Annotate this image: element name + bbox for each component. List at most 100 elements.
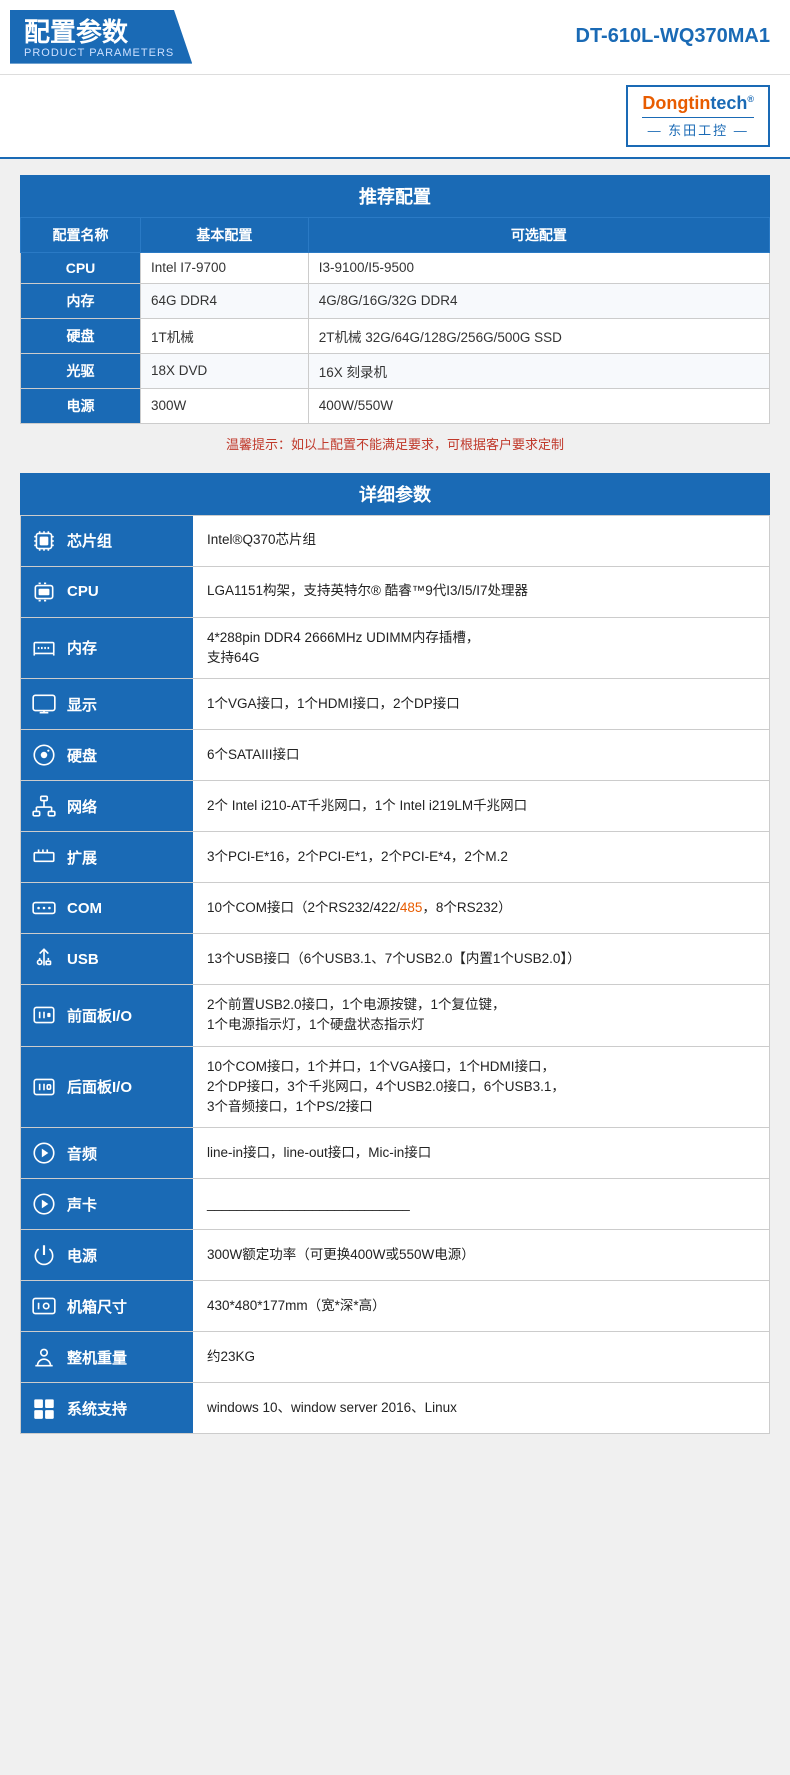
detail-label-chassis: 机箱尺寸	[21, 1281, 193, 1331]
detail-label-audio: 音频	[21, 1128, 193, 1178]
detail-row-cpu: CPU LGA1151构架，支持英特尔® 酷睿™9代I3/I5/I7处理器	[20, 567, 770, 618]
detail-label-text: 芯片组	[67, 530, 112, 551]
detail-value-text: 4*288pin DDR4 2666MHz UDIMM内存插槽，支持64G	[207, 628, 479, 669]
warning-text: 温馨提示：如以上配置不能满足要求，可根据客户要求定制	[20, 424, 770, 457]
detail-label-text: 音频	[67, 1143, 97, 1164]
detail-value-usb: 13个USB接口（6个USB3.1、7个USB2.0【内置1个USB2.0】）	[193, 934, 769, 984]
col-name-header: 配置名称	[21, 217, 141, 252]
detail-value-os: windows 10、window server 2016、Linux	[193, 1383, 769, 1433]
detail-value-text: 3个PCI-E*16，2个PCI-E*1，2个PCI-E*4，2个M.2	[207, 847, 508, 867]
detail-row-os: 系统支持 windows 10、window server 2016、Linux	[20, 1383, 770, 1434]
detail-title: 详细参数	[20, 473, 770, 515]
power-icon	[29, 1240, 59, 1270]
config-row-optional: 2T机械 32G/64G/128G/256G/500G SSD	[308, 318, 769, 353]
detail-value-text: ___________________________	[207, 1194, 410, 1214]
detail-value-memory: 4*288pin DDR4 2666MHz UDIMM内存插槽，支持64G	[193, 618, 769, 679]
detail-value-rear-io: 10个COM接口，1个并口，1个VGA接口，1个HDMI接口，2个DP接口，3个…	[193, 1047, 769, 1128]
detail-value-text: 430*480*177mm（宽*深*高）	[207, 1296, 386, 1316]
detail-row-soundcard: 声卡 ___________________________	[20, 1179, 770, 1230]
detail-label-power: 电源	[21, 1230, 193, 1280]
detail-value-text: 10个COM接口（2个RS232/422/485，8个RS232）	[207, 898, 512, 918]
detail-value-weight: 约23KG	[193, 1332, 769, 1382]
detail-value-soundcard: ___________________________	[193, 1179, 769, 1229]
detail-label-text: 内存	[67, 637, 97, 658]
detail-value-chassis: 430*480*177mm（宽*深*高）	[193, 1281, 769, 1331]
rear-io-icon	[29, 1072, 59, 1102]
header-left: 配置参数 PRODUCT PARAMETERS	[10, 10, 192, 64]
detail-label-rear-io: 后面板I/O	[21, 1047, 193, 1128]
config-row-basic: 1T机械	[141, 318, 309, 353]
detail-value-text: 2个 Intel i210-AT千兆网口，1个 Intel i219LM千兆网口	[207, 796, 527, 816]
detail-label-text: 系统支持	[67, 1398, 127, 1419]
detail-label-text: USB	[67, 951, 99, 968]
config-row: 光驱 18X DVD 16X 刻录机	[21, 353, 770, 388]
detail-value-com: 10个COM接口（2个RS232/422/485，8个RS232）	[193, 883, 769, 933]
chipset-icon	[29, 526, 59, 556]
detail-value-text: 2个前置USB2.0接口，1个电源按键，1个复位键，1个电源指示灯，1个硬盘状态…	[207, 995, 506, 1036]
detail-label-text: COM	[67, 900, 102, 917]
detail-value-text: 10个COM接口，1个并口，1个VGA接口，1个HDMI接口，2个DP接口，3个…	[207, 1057, 565, 1118]
config-row-name: 内存	[21, 283, 141, 318]
detail-value-power: 300W额定功率（可更换400W或550W电源）	[193, 1230, 769, 1280]
detail-label-text: 整机重量	[67, 1347, 127, 1368]
os-icon	[29, 1393, 59, 1423]
detail-label-text: 扩展	[67, 847, 97, 868]
config-row-name: 硬盘	[21, 318, 141, 353]
detail-value-text: 1个VGA接口，1个HDMI接口，2个DP接口	[207, 694, 460, 714]
detail-row-weight: 整机重量 约23KG	[20, 1332, 770, 1383]
config-row-optional: I3-9100/I5-9500	[308, 252, 769, 283]
detail-section: 详细参数 芯片组 Intel®Q370芯片组 CPU LGA1151构架，支持英…	[20, 473, 770, 1435]
config-row-name: 电源	[21, 388, 141, 423]
detail-row-expansion: 扩展 3个PCI-E*16，2个PCI-E*1，2个PCI-E*4，2个M.2	[20, 832, 770, 883]
detail-label-expansion: 扩展	[21, 832, 193, 882]
detail-row-power: 电源 300W额定功率（可更换400W或550W电源）	[20, 1230, 770, 1281]
audio-icon	[29, 1138, 59, 1168]
detail-value-text: LGA1151构架，支持英特尔® 酷睿™9代I3/I5/I7处理器	[207, 581, 528, 601]
detail-value-text: Intel®Q370芯片组	[207, 530, 316, 550]
detail-label-com: COM	[21, 883, 193, 933]
detail-label-display: 显示	[21, 679, 193, 729]
logo-subtitle: — 东田工控 —	[642, 117, 754, 139]
detail-row-chassis: 机箱尺寸 430*480*177mm（宽*深*高）	[20, 1281, 770, 1332]
cpu-icon	[29, 577, 59, 607]
detail-row-usb: USB 13个USB接口（6个USB3.1、7个USB2.0【内置1个USB2.…	[20, 934, 770, 985]
config-row-name: CPU	[21, 252, 141, 283]
header: 配置参数 PRODUCT PARAMETERS DT-610L-WQ370MA1	[0, 0, 790, 75]
recommended-title: 推荐配置	[20, 175, 770, 217]
detail-value-cpu: LGA1151构架，支持英特尔® 酷睿™9代I3/I5/I7处理器	[193, 567, 769, 617]
config-row: 内存 64G DDR4 4G/8G/16G/32G DDR4	[21, 283, 770, 318]
network-icon	[29, 791, 59, 821]
config-row-optional: 16X 刻录机	[308, 353, 769, 388]
detail-value-expansion: 3个PCI-E*16，2个PCI-E*1，2个PCI-E*4，2个M.2	[193, 832, 769, 882]
detail-label-cpu: CPU	[21, 567, 193, 617]
detail-label-chipset: 芯片组	[21, 516, 193, 566]
config-table: 配置名称 基本配置 可选配置 CPU Intel I7-9700 I3-9100…	[20, 217, 770, 424]
detail-value-front-io: 2个前置USB2.0接口，1个电源按键，1个复位键，1个电源指示灯，1个硬盘状态…	[193, 985, 769, 1046]
config-row: CPU Intel I7-9700 I3-9100/I5-9500	[21, 252, 770, 283]
detail-value-display: 1个VGA接口，1个HDMI接口，2个DP接口	[193, 679, 769, 729]
config-row-name: 光驱	[21, 353, 141, 388]
logo-box: Dongtintech® — 东田工控 —	[626, 85, 770, 147]
detail-value-text: 13个USB接口（6个USB3.1、7个USB2.0【内置1个USB2.0】）	[207, 949, 581, 969]
logo-area: Dongtintech® — 东田工控 —	[0, 75, 790, 159]
recommended-section: 推荐配置 配置名称 基本配置 可选配置 CPU Intel I7-9700 I3…	[20, 175, 770, 457]
detail-row-com: COM 10个COM接口（2个RS232/422/485，8个RS232）	[20, 883, 770, 934]
detail-label-network: 网络	[21, 781, 193, 831]
page-title-zh: 配置参数	[24, 18, 174, 47]
model-number: DT-610L-WQ370MA1	[576, 25, 771, 48]
detail-row-network: 网络 2个 Intel i210-AT千兆网口，1个 Intel i219LM千…	[20, 781, 770, 832]
detail-value-hdd: 6个SATAIII接口	[193, 730, 769, 780]
detail-row-hdd: 硬盘 6个SATAIII接口	[20, 730, 770, 781]
detail-label-usb: USB	[21, 934, 193, 984]
config-row-optional: 4G/8G/16G/32G DDR4	[308, 283, 769, 318]
config-row-basic: 300W	[141, 388, 309, 423]
detail-value-text: windows 10、window server 2016、Linux	[207, 1398, 457, 1418]
detail-label-text: 硬盘	[67, 745, 97, 766]
page-title-en: PRODUCT PARAMETERS	[24, 47, 174, 59]
detail-value-text: 6个SATAIII接口	[207, 745, 300, 765]
title-box: 配置参数 PRODUCT PARAMETERS	[10, 10, 192, 64]
expansion-icon	[29, 842, 59, 872]
logo-name: Dongtintech®	[642, 93, 754, 113]
config-row: 电源 300W 400W/550W	[21, 388, 770, 423]
com-icon	[29, 893, 59, 923]
